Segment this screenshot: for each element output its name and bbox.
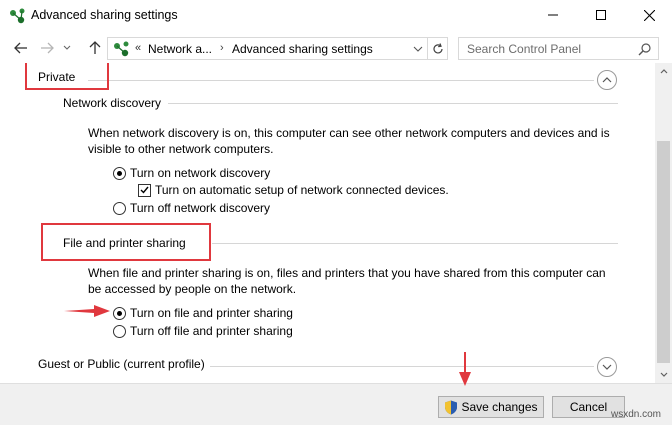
guest-expand-button[interactable] <box>597 357 617 377</box>
network-icon <box>114 41 129 57</box>
minimize-button[interactable] <box>530 0 576 30</box>
navigation-bar: « Network a... › Advanced sharing settin… <box>0 34 672 62</box>
settings-content: Private Network discovery When network d… <box>0 63 655 383</box>
network-discovery-description-line1: When network discovery is on, this compu… <box>88 126 610 140</box>
recent-locations-button[interactable] <box>61 39 73 57</box>
checkbox-auto-setup[interactable]: Turn on automatic setup of network conne… <box>138 183 449 197</box>
network-app-icon <box>10 8 25 24</box>
radio-label: Turn on file and printer sharing <box>130 306 293 320</box>
guest-public-section-title: Guest or Public (current profile) <box>38 357 205 371</box>
advanced-sharing-window: Advanced sharing settings « Network a...… <box>0 0 672 425</box>
radio-button[interactable] <box>113 324 126 338</box>
save-changes-label: Save changes <box>461 400 538 414</box>
address-bar[interactable]: « Network a... › Advanced sharing settin… <box>107 37 428 60</box>
red-arrow-annotation <box>64 305 110 317</box>
private-collapse-button[interactable] <box>597 70 617 90</box>
breadcrumb-separator[interactable]: › <box>220 42 224 54</box>
close-button[interactable] <box>626 0 672 30</box>
scroll-down-button[interactable] <box>655 366 672 383</box>
radio-label: Turn off network discovery <box>130 201 271 215</box>
network-discovery-divider <box>168 103 618 104</box>
radio-network-discovery-on[interactable]: Turn on network discovery <box>113 166 270 180</box>
refresh-icon <box>432 42 443 53</box>
radio-button[interactable] <box>113 166 126 180</box>
back-button[interactable] <box>12 39 30 57</box>
arrow-right-icon <box>41 42 54 54</box>
save-changes-button[interactable]: Save changes <box>438 396 544 418</box>
arrow-left-icon <box>14 42 27 54</box>
private-section-divider <box>88 80 594 81</box>
watermark-text: wsxdn.com <box>611 409 662 420</box>
radio-label: Turn off file and printer sharing <box>130 324 293 338</box>
up-button[interactable] <box>86 39 104 57</box>
radio-label: Turn on network discovery <box>130 166 271 180</box>
vertical-scrollbar[interactable] <box>655 63 672 383</box>
checkbox[interactable] <box>138 183 151 197</box>
file-printer-highlight-box <box>41 223 211 261</box>
private-highlight-box <box>25 63 109 90</box>
search-placeholder[interactable]: Search Control Panel <box>467 42 581 56</box>
scroll-up-icon <box>660 69 667 74</box>
footer-bar: Save changes Cancel <box>0 383 672 425</box>
scroll-down-icon <box>660 372 667 377</box>
chevron-down-icon <box>602 364 612 370</box>
radio-file-sharing-on[interactable]: Turn on file and printer sharing <box>113 306 293 320</box>
forward-button[interactable] <box>38 39 56 57</box>
radio-network-discovery-off[interactable]: Turn off network discovery <box>113 201 270 215</box>
uac-shield-icon <box>445 400 458 414</box>
scrollbar-thumb[interactable] <box>657 141 670 363</box>
radio-file-sharing-off[interactable]: Turn off file and printer sharing <box>113 324 293 338</box>
network-discovery-description-line2: visible to other network computers. <box>88 142 274 156</box>
network-discovery-title: Network discovery <box>63 96 162 110</box>
chevron-down-icon <box>63 45 71 50</box>
guest-section-divider <box>210 366 594 367</box>
breadcrumb-overflow[interactable]: « <box>135 42 141 54</box>
maximize-button[interactable] <box>578 0 624 30</box>
window-title: Advanced sharing settings <box>31 8 178 22</box>
file-printer-divider <box>212 243 618 244</box>
red-arrow-down-annotation <box>459 352 471 386</box>
search-box[interactable]: Search Control Panel <box>458 37 659 60</box>
radio-button[interactable] <box>113 306 126 320</box>
file-printer-description-line1: When file and printer sharing is on, fil… <box>88 266 606 280</box>
refresh-button[interactable] <box>428 37 448 60</box>
radio-button[interactable] <box>113 201 126 215</box>
minimize-icon <box>548 14 558 16</box>
file-printer-description-line2: be accessed by people on the network. <box>88 282 297 296</box>
breadcrumb-current[interactable]: Advanced sharing settings <box>232 42 373 56</box>
maximize-icon <box>596 10 606 20</box>
checkmark-icon <box>140 186 149 194</box>
checkbox-label: Turn on automatic setup of network conne… <box>155 183 449 197</box>
search-icon[interactable] <box>638 42 652 56</box>
address-dropdown-icon[interactable] <box>413 44 423 54</box>
arrow-up-icon <box>89 41 101 54</box>
cancel-label: Cancel <box>569 400 608 414</box>
chevron-up-icon <box>602 77 612 83</box>
title-bar[interactable]: Advanced sharing settings <box>0 0 672 32</box>
breadcrumb-network[interactable]: Network a... <box>148 42 212 56</box>
close-icon <box>643 9 655 21</box>
scroll-up-button[interactable] <box>655 63 672 80</box>
